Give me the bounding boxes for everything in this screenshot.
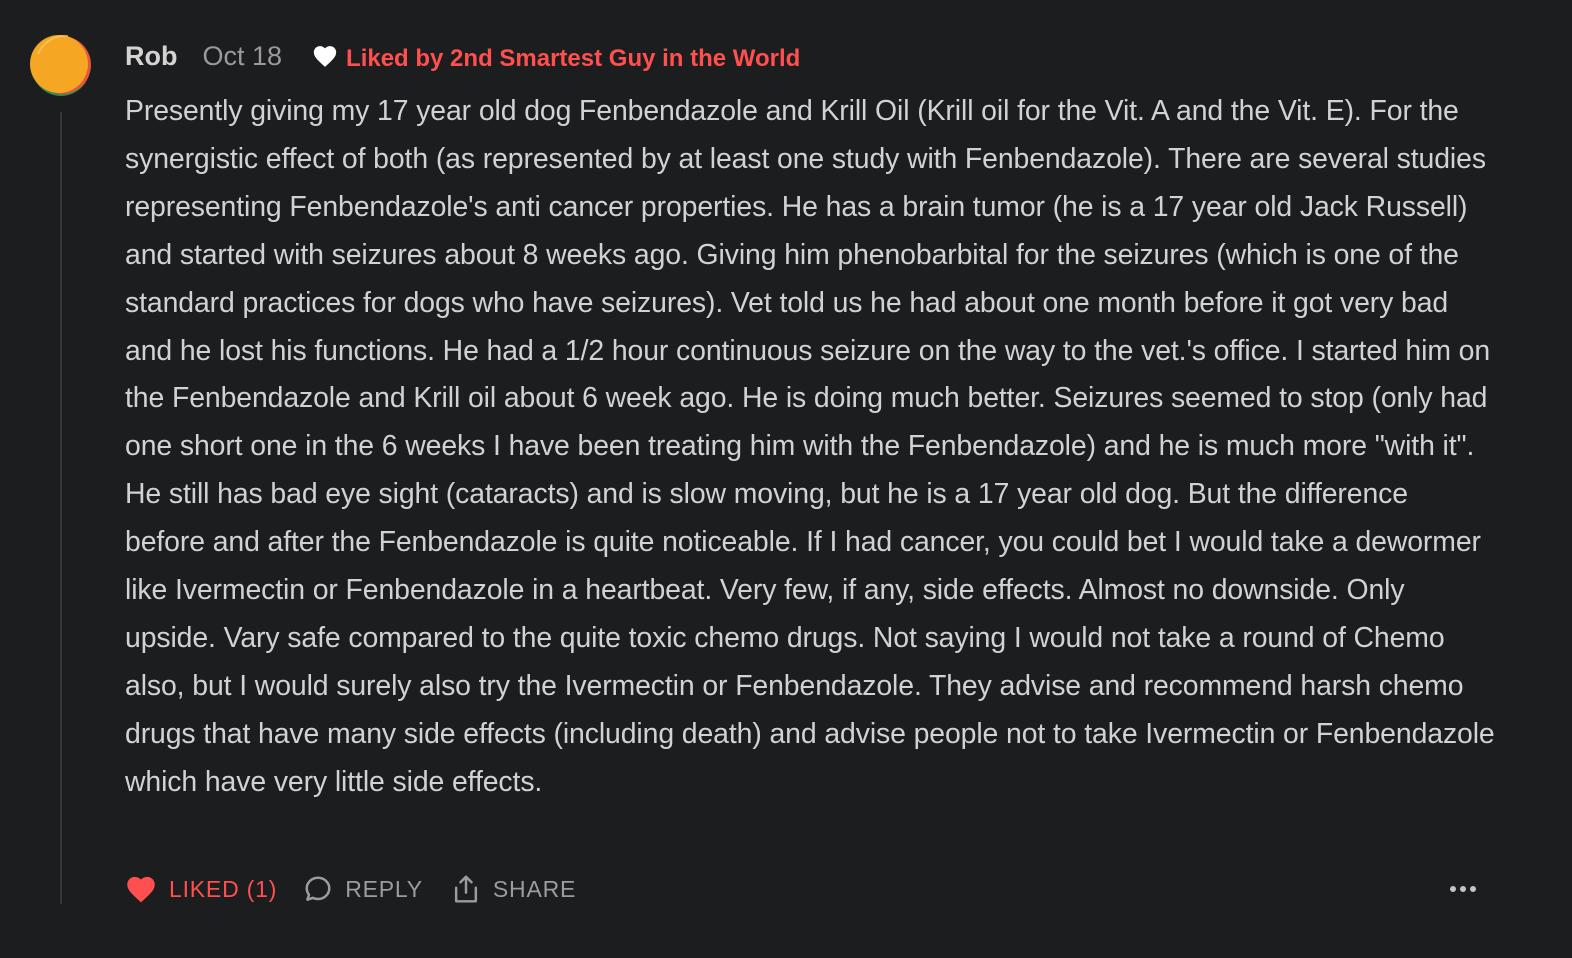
comment-body: Presently giving my 17 year old dog Fenb… (125, 95, 1495, 798)
avatar-image (30, 34, 91, 96)
reply-label: REPLY (345, 875, 423, 902)
comment-date[interactable]: Oct 18 (202, 41, 282, 72)
heart-icon (313, 46, 337, 67)
comment-actions: LIKED (1) REPLY SHARE (125, 866, 576, 912)
more-options-button[interactable] (1448, 874, 1478, 904)
reply-button[interactable]: REPLY (303, 874, 423, 904)
comment-header: Rob Oct 18 Liked by 2nd Smartest Guy in … (125, 36, 800, 76)
liked-by-badge: Liked by 2nd Smartest Guy in the World (312, 45, 800, 73)
share-button[interactable]: SHARE (451, 873, 576, 905)
speech-bubble-icon (305, 876, 331, 901)
share-upload-icon (454, 875, 477, 903)
thread-line (60, 112, 62, 904)
ellipsis-icon (1450, 886, 1476, 892)
author-name[interactable]: Rob (125, 41, 177, 72)
like-button[interactable]: LIKED (1) (125, 874, 277, 904)
like-label: LIKED (1) (169, 875, 278, 902)
liked-by-text: Liked by 2nd Smartest Guy in the World (346, 45, 801, 72)
heart-filled-icon (127, 876, 155, 903)
share-label: SHARE (492, 875, 577, 902)
avatar[interactable] (28, 34, 92, 98)
